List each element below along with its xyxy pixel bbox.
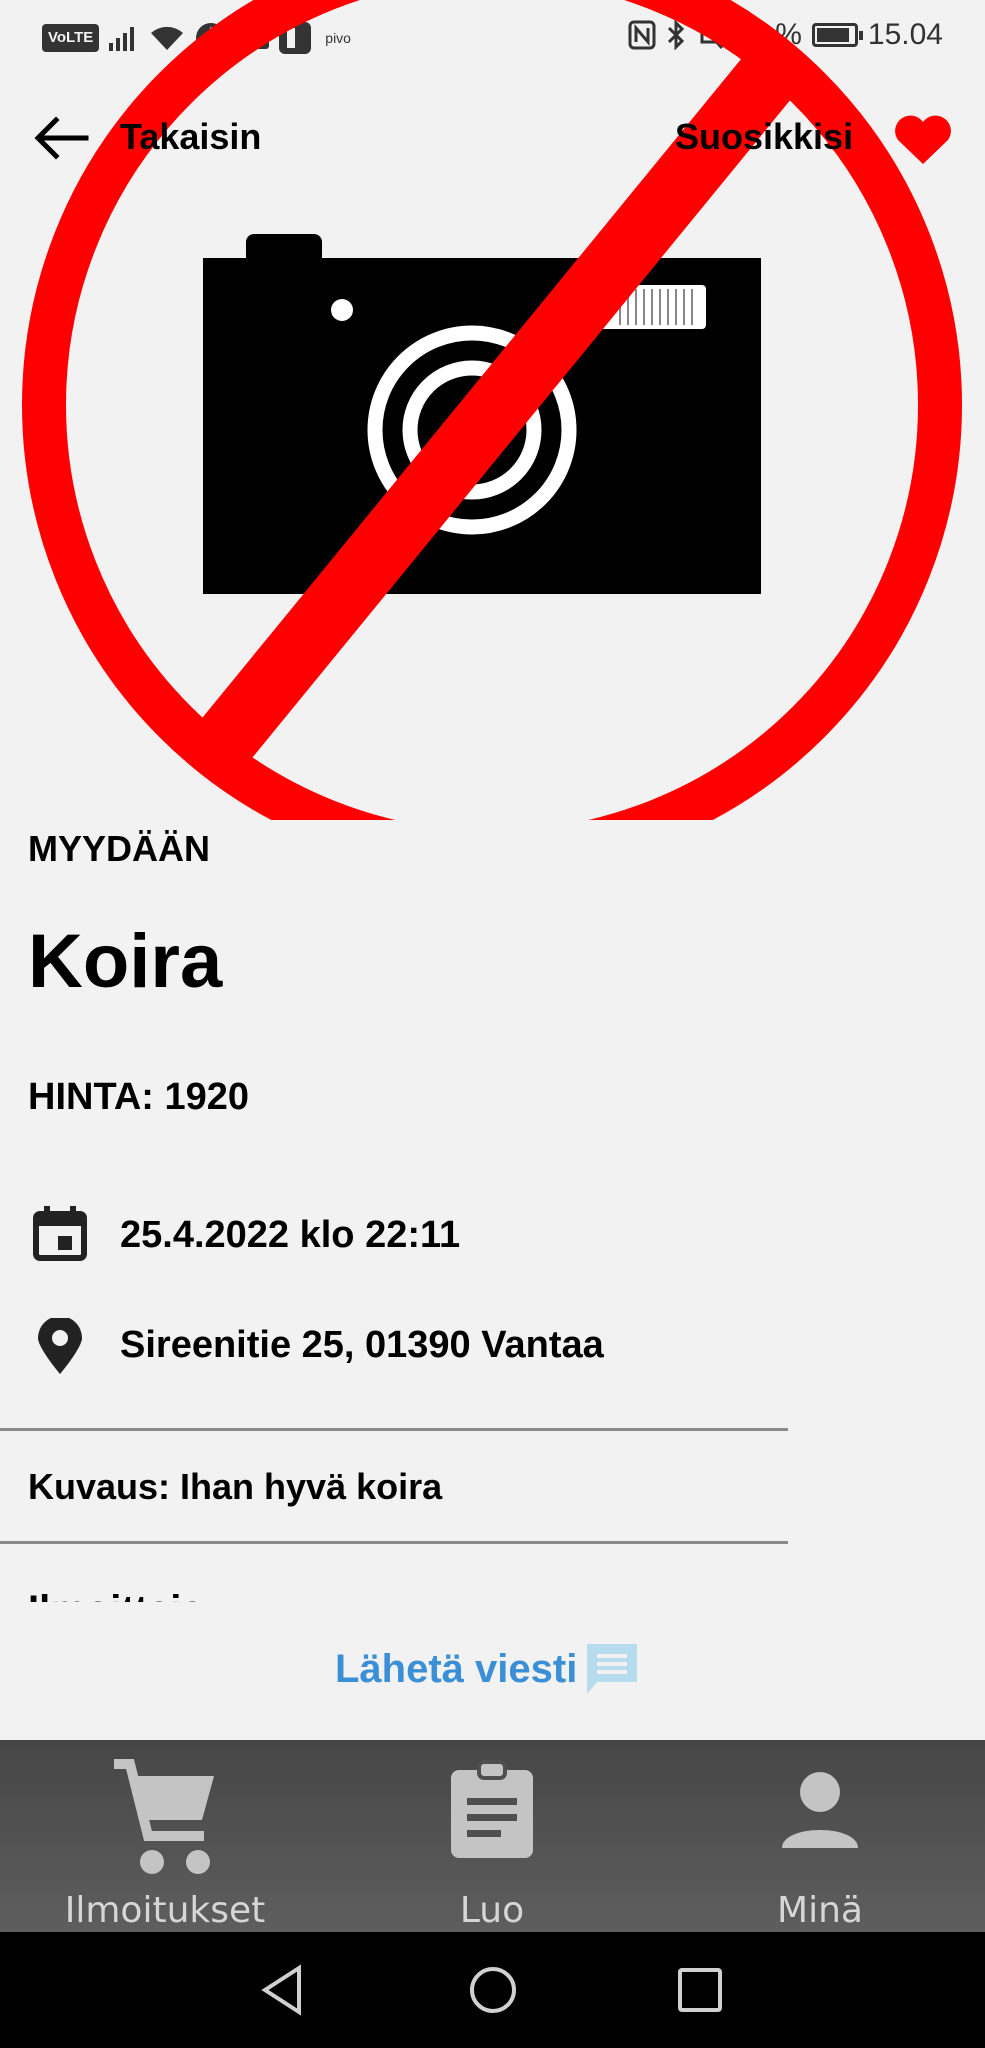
listing-title: Koira — [28, 919, 223, 1004]
nav-item-luo[interactable]: Luo — [362, 1740, 622, 1932]
listing-date: 25.4.2022 klo 22:11 — [120, 1214, 461, 1256]
divider — [0, 1541, 788, 1544]
nav-label: Minä — [777, 1890, 863, 1931]
seller-label: Ilmoittaja: — [28, 1580, 217, 1602]
divider — [0, 1428, 788, 1431]
clipboard-icon — [451, 1760, 533, 1858]
nav-label: Luo — [459, 1890, 525, 1931]
top-bar: Takaisin Suosikkisi — [0, 100, 985, 180]
listing-type: MYYDÄÄN — [28, 828, 211, 869]
location-pin-icon — [38, 1318, 82, 1374]
chat-bubble-icon — [587, 1644, 638, 1694]
person-icon — [782, 1772, 858, 1848]
cart-icon — [114, 1759, 214, 1874]
system-back-icon[interactable] — [255, 1962, 311, 2018]
bottom-navigation: Ilmoitukset Luo Minä — [0, 1740, 985, 1932]
system-navigation-bar — [0, 1932, 985, 2048]
send-message-button[interactable]: Lähetä viesti — [335, 1640, 641, 1698]
send-message-label: Lähetä viesti — [335, 1646, 578, 1691]
back-button[interactable]: Takaisin — [120, 116, 261, 158]
heart-icon[interactable] — [892, 112, 954, 166]
listing-description: Kuvaus: Ihan hyvä koira — [28, 1466, 443, 1507]
favorites-button[interactable]: Suosikkisi — [675, 116, 853, 158]
nav-label: Ilmoitukset — [64, 1890, 266, 1931]
nav-item-ilmoitukset[interactable]: Ilmoitukset — [35, 1740, 295, 1932]
listing-location: Sireenitie 25, 01390 Vantaa — [120, 1324, 604, 1366]
system-home-icon[interactable] — [465, 1962, 521, 2018]
calendar-icon — [33, 1206, 87, 1261]
system-recents-icon[interactable] — [672, 1962, 728, 2018]
back-arrow-icon[interactable] — [32, 116, 90, 160]
listing-price: HINTA: 1920 — [28, 1076, 250, 1118]
nav-item-mina[interactable]: Minä — [690, 1740, 950, 1932]
